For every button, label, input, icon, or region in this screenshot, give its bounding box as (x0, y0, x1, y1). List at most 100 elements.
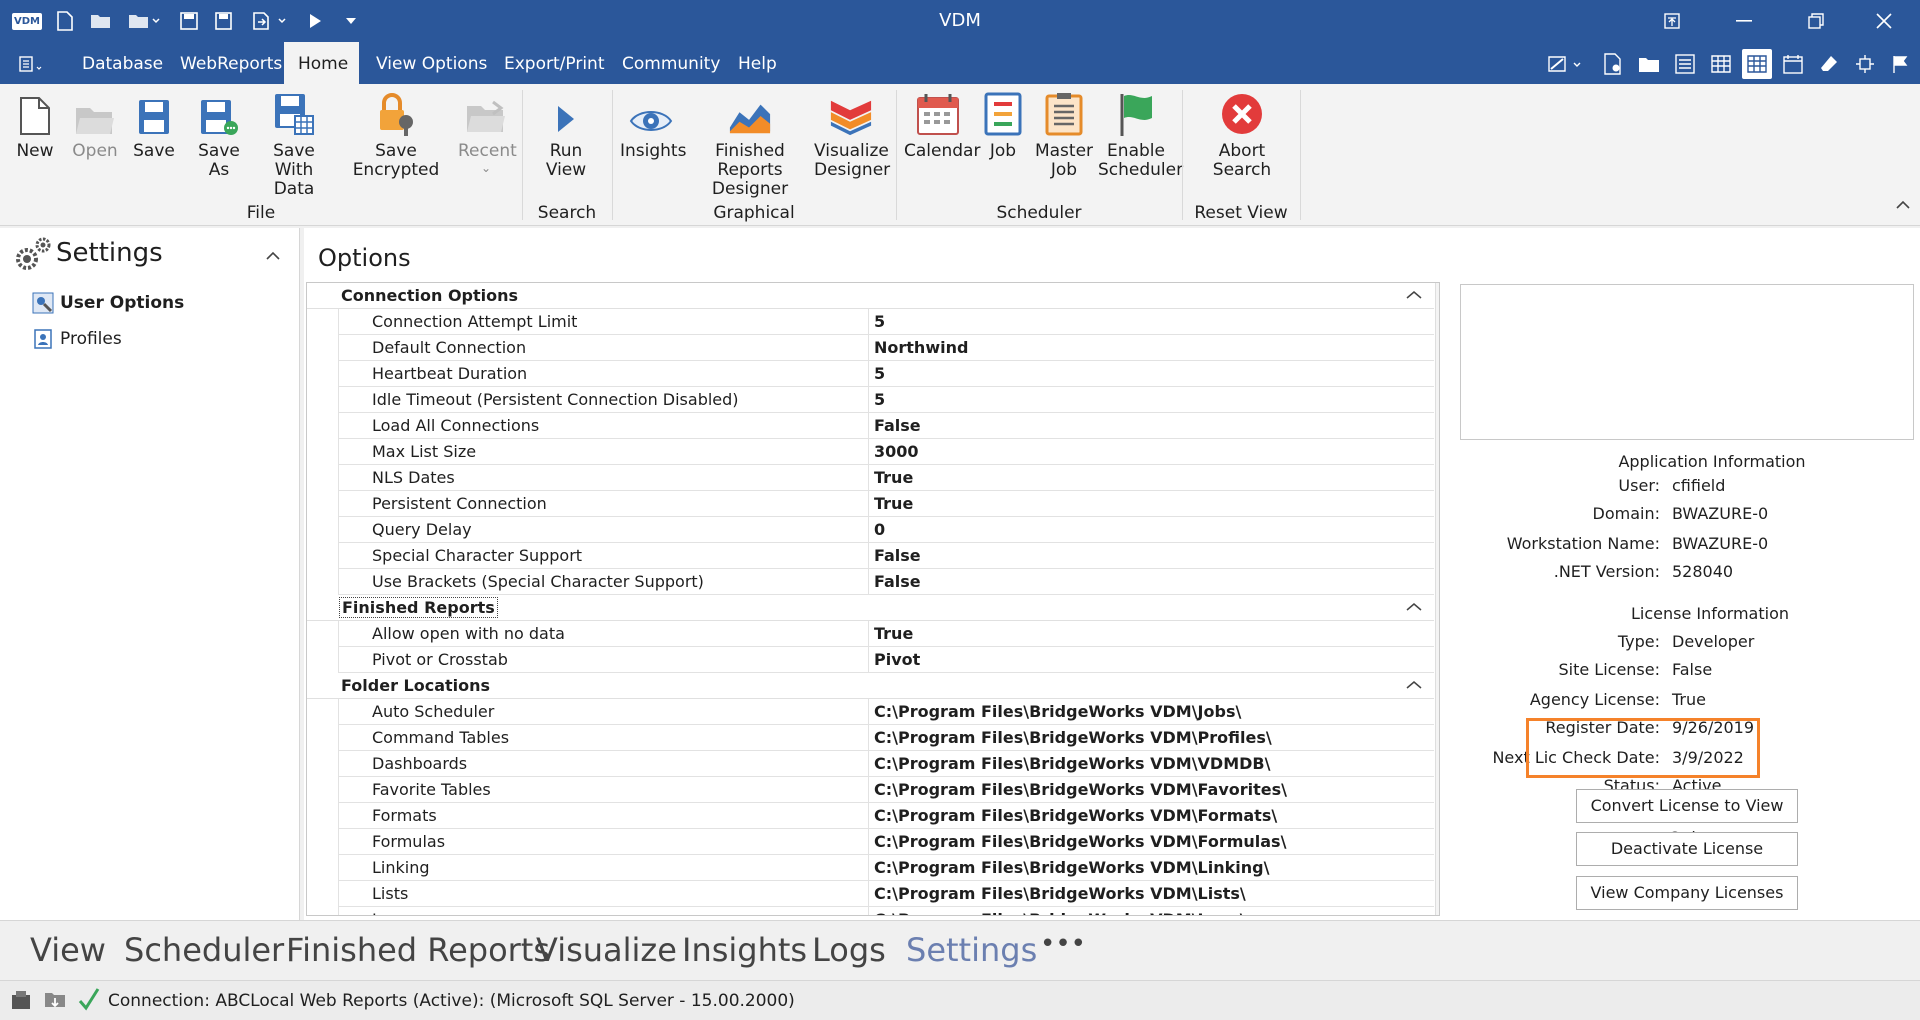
property-row[interactable]: Idle Timeout (Persistent Connection Disa… (338, 387, 1434, 413)
nav-settings[interactable]: Settings (906, 931, 1037, 969)
property-value[interactable]: C:\Program Files\BridgeWorks VDM\Linking… (874, 855, 1269, 881)
category-finished-reports[interactable]: Finished Reports (307, 595, 1434, 621)
convert-license-button[interactable]: Convert License to View Only (1576, 789, 1798, 847)
nav-scheduler[interactable]: Scheduler (124, 931, 284, 969)
close-icon[interactable] (1864, 6, 1904, 36)
new-button[interactable]: New (12, 88, 58, 161)
master-job-button[interactable]: Master Job (1034, 88, 1094, 180)
tab-help[interactable]: Help (724, 42, 791, 84)
nav-insights[interactable]: Insights (682, 931, 807, 969)
property-value[interactable]: Pivot (874, 647, 920, 673)
property-row[interactable]: Default Connection Northwind (338, 335, 1434, 361)
visualize-designer-button[interactable]: Visualize Designer (814, 88, 890, 180)
vertical-scrollbar[interactable]: ▲ ▼ (1435, 283, 1440, 915)
collapse-ribbon-icon[interactable] (1896, 198, 1910, 214)
property-row[interactable]: Linking C:\Program Files\BridgeWorks VDM\… (338, 855, 1434, 881)
collapse-category-icon[interactable] (1406, 285, 1422, 304)
app-menu-icon[interactable] (14, 49, 50, 79)
tab-webreports[interactable]: WebReports (166, 42, 296, 84)
settings-item-profiles[interactable]: Profiles (32, 326, 122, 352)
scroll-up-icon[interactable]: ▲ (1436, 283, 1439, 303)
nav-visualize[interactable]: Visualize (536, 931, 677, 969)
nav-more-icon[interactable]: ••• (1040, 929, 1086, 959)
collapse-category-icon[interactable] (1406, 675, 1422, 694)
database-connection-icon[interactable] (10, 989, 34, 1016)
property-value[interactable]: 5 (874, 309, 885, 335)
theme-dropdown-icon[interactable] (1544, 49, 1588, 79)
minimize-icon[interactable] (1724, 6, 1764, 36)
scroll-thumb[interactable] (1439, 305, 1440, 571)
calendar-view-icon[interactable] (1778, 49, 1808, 79)
settings-item-user-options[interactable]: User Options (32, 290, 184, 316)
property-value[interactable]: C:\Program Files\BridgeWorks VDM\Jobs\ (874, 699, 1241, 725)
property-value[interactable]: False (874, 413, 921, 439)
save-encrypted-button[interactable]: Save Encrypted (338, 88, 454, 180)
property-value[interactable]: False (874, 569, 921, 595)
property-row[interactable]: Load All Connections False (338, 413, 1434, 439)
property-row[interactable]: Special Character Support False (338, 543, 1434, 569)
property-row[interactable]: Dashboards C:\Program Files\BridgeWorks V… (338, 751, 1434, 777)
recent-button[interactable]: Recent ⌄ (458, 88, 517, 175)
property-value[interactable]: C:\Program Files\BridgeWorks VDM\Favorit… (874, 777, 1287, 803)
property-row[interactable]: Query Delay 0 (338, 517, 1434, 543)
tab-export-print[interactable]: Export/Print (490, 42, 618, 84)
property-row[interactable]: Heartbeat Duration 5 (338, 361, 1434, 387)
run-view-button[interactable]: Run View (530, 88, 602, 180)
property-row[interactable]: NLS Dates True (338, 465, 1434, 491)
enable-scheduler-button[interactable]: Enable Scheduler (1098, 88, 1183, 180)
property-row[interactable]: Lists C:\Program Files\BridgeWorks VDM\Li… (338, 881, 1434, 907)
job-button[interactable]: Job (980, 88, 1026, 161)
flag-pin-icon[interactable] (1886, 49, 1916, 79)
property-value[interactable]: True (874, 491, 913, 517)
tab-community[interactable]: Community (608, 42, 734, 84)
collapse-category-icon[interactable] (1406, 597, 1422, 616)
deactivate-license-button[interactable]: Deactivate License (1576, 832, 1798, 866)
property-row[interactable]: Auto Scheduler C:\Program Files\BridgeWor… (338, 699, 1434, 725)
restore-icon[interactable] (1796, 6, 1836, 36)
tab-view-options[interactable]: View Options (362, 42, 501, 84)
property-row[interactable]: Persistent Connection True (338, 491, 1434, 517)
folder-icon[interactable] (1634, 49, 1664, 79)
property-row[interactable]: Command Tables C:\Program Files\BridgeWor… (338, 725, 1434, 751)
property-value[interactable]: C:\Program Files\BridgeWorks VDM\Formula… (874, 829, 1286, 855)
scroll-down-icon[interactable]: ▼ (1436, 895, 1439, 915)
pin-window-icon[interactable] (1652, 6, 1692, 36)
property-row[interactable]: Pivot or Crosstab Pivot (338, 647, 1434, 673)
property-value[interactable]: 3000 (874, 439, 919, 465)
property-value[interactable]: C:\Program Files\BridgeWorks VDM\Formats… (874, 803, 1277, 829)
property-value[interactable]: C:\Program Files\BridgeWorks VDM\VDMDB\ (874, 751, 1270, 777)
save-with-data-button[interactable]: Save With Data (256, 88, 332, 199)
nav-finished-reports[interactable]: Finished Reports (286, 931, 550, 969)
tab-home[interactable]: Home (284, 42, 359, 84)
table-view-icon[interactable] (1742, 49, 1772, 79)
property-value[interactable]: True (874, 621, 913, 647)
list-view-icon[interactable] (1670, 49, 1700, 79)
property-row[interactable]: Connection Attempt Limit 5 (338, 309, 1434, 335)
property-value[interactable]: 5 (874, 387, 885, 413)
property-value[interactable]: C:\Program Files\BridgeWorks VDM\Profile… (874, 725, 1272, 751)
tab-database[interactable]: Database (68, 42, 177, 84)
property-value[interactable]: 5 (874, 361, 885, 387)
property-row[interactable]: Max List Size 3000 (338, 439, 1434, 465)
abort-search-button[interactable]: Abort Search (1200, 88, 1284, 180)
document-settings-icon[interactable] (1598, 49, 1628, 79)
open-button[interactable]: Open (70, 88, 120, 161)
category-folder-locations[interactable]: Folder Locations (307, 673, 1434, 699)
insights-button[interactable]: Insights (620, 88, 686, 161)
property-row[interactable]: Allow open with no data True (338, 621, 1434, 647)
property-row[interactable]: Favorite Tables C:\Program Files\BridgeWo… (338, 777, 1434, 803)
folder-download-icon[interactable] (44, 989, 66, 1016)
fit-view-icon[interactable] (1850, 49, 1880, 79)
nav-view[interactable]: View (30, 931, 106, 969)
eraser-icon[interactable] (1814, 49, 1844, 79)
property-value[interactable]: 0 (874, 517, 885, 543)
calendar-button[interactable]: Calendar (904, 88, 980, 161)
property-row[interactable]: Use Brackets (Special Character Support)… (338, 569, 1434, 595)
property-row[interactable]: Logs C:\Program Files\BridgeWorks VDM\Log… (338, 907, 1434, 915)
save-button[interactable]: Save (132, 88, 176, 161)
collapse-settings-icon[interactable] (266, 246, 280, 266)
property-value[interactable]: True (874, 465, 913, 491)
property-value[interactable]: Northwind (874, 335, 968, 361)
finished-reports-designer-button[interactable]: Finished Reports Designer (688, 88, 812, 199)
property-row[interactable]: Formulas C:\Program Files\BridgeWorks VDM… (338, 829, 1434, 855)
